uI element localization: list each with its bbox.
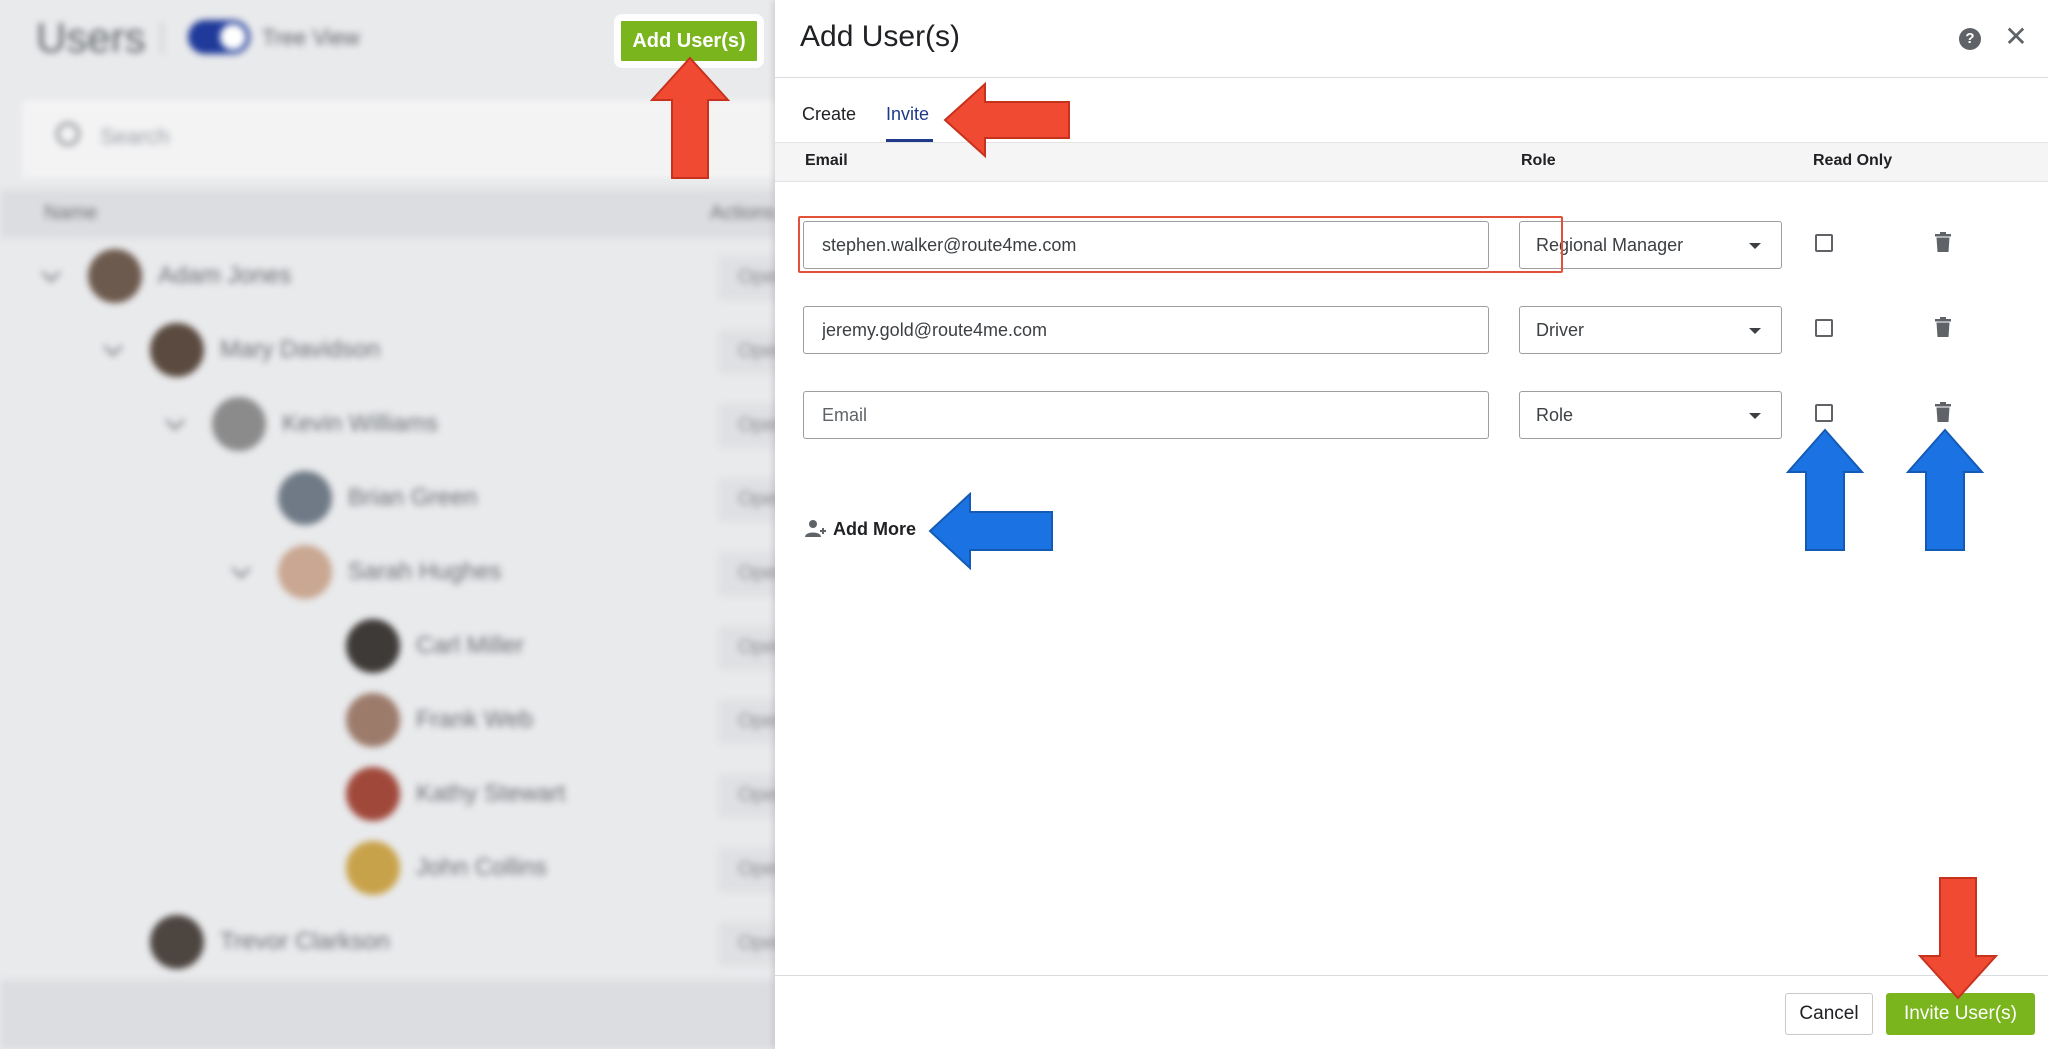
user-name: John Collins bbox=[416, 854, 547, 881]
role-select-value: Driver bbox=[1536, 319, 1584, 340]
dropdown-caret-icon bbox=[1749, 328, 1761, 334]
open-button[interactable]: Open bbox=[718, 848, 775, 892]
table-footer bbox=[0, 980, 775, 1049]
read-only-checkbox[interactable] bbox=[1815, 404, 1833, 422]
user-name: Adam Jones bbox=[158, 262, 292, 289]
open-button[interactable]: Open bbox=[718, 256, 775, 300]
open-button[interactable]: Open bbox=[718, 700, 775, 744]
user-name: Brian Green bbox=[348, 484, 478, 511]
add-users-button[interactable]: Add User(s) bbox=[618, 18, 760, 64]
role-select-value: Role bbox=[1536, 404, 1574, 425]
table-row[interactable]: Mary Davidson bbox=[103, 320, 381, 380]
invite-users-button[interactable]: Invite User(s) bbox=[1886, 993, 2035, 1035]
tab-invite[interactable]: Invite bbox=[886, 104, 929, 125]
table-row[interactable]: Trevor Clarkson bbox=[150, 912, 390, 972]
trash-icon[interactable] bbox=[1935, 402, 1951, 422]
role-select[interactable]: Driver bbox=[1519, 306, 1782, 354]
table-row[interactable]: Kathy Stewart bbox=[346, 764, 565, 824]
user-name: Frank Web bbox=[416, 706, 533, 733]
role-select-value: Regional Manager bbox=[1536, 234, 1684, 255]
header-divider bbox=[775, 77, 2048, 78]
column-header-actions: Actions bbox=[710, 202, 775, 224]
avatar bbox=[346, 841, 400, 895]
role-select[interactable]: Regional Manager bbox=[1519, 221, 1782, 269]
chevron-down-icon[interactable] bbox=[231, 559, 251, 579]
page-title: Users bbox=[36, 14, 146, 61]
open-button[interactable]: Open bbox=[718, 626, 775, 670]
read-only-checkbox[interactable] bbox=[1815, 319, 1833, 337]
avatar bbox=[150, 323, 204, 377]
open-button[interactable]: Open bbox=[718, 478, 775, 522]
read-only-checkbox[interactable] bbox=[1815, 234, 1833, 252]
users-table-header bbox=[0, 190, 775, 238]
user-name: Sarah Hughes bbox=[348, 558, 502, 585]
table-row[interactable]: Sarah Hughes bbox=[231, 542, 502, 602]
avatar bbox=[150, 915, 204, 969]
user-name: Trevor Clarkson bbox=[220, 928, 390, 955]
avatar bbox=[346, 693, 400, 747]
table-row[interactable]: Kevin Williams bbox=[165, 394, 439, 454]
background-blur-layer: Users Tree View Search Name Actions Adam… bbox=[0, 0, 775, 1049]
title-separator bbox=[161, 22, 163, 54]
search-icon bbox=[56, 122, 80, 146]
add-more-button[interactable]: Add More bbox=[805, 514, 916, 544]
column-header-read-only: Read Only bbox=[1813, 152, 1893, 169]
add-users-panel: Add User(s) ? ✕ Create Invite Email Role… bbox=[775, 0, 2048, 1049]
table-row[interactable]: John Collins bbox=[346, 838, 547, 898]
add-more-label: Add More bbox=[833, 518, 916, 539]
tree-view-toggle[interactable] bbox=[188, 20, 250, 54]
tab-create[interactable]: Create bbox=[802, 104, 856, 125]
dropdown-caret-icon bbox=[1749, 243, 1761, 249]
panel-title: Add User(s) bbox=[800, 20, 961, 53]
avatar bbox=[278, 471, 332, 525]
open-button[interactable]: Open bbox=[718, 404, 775, 448]
search-placeholder: Search bbox=[100, 124, 170, 149]
user-name: Kathy Stewart bbox=[416, 780, 566, 807]
chevron-down-icon[interactable] bbox=[103, 337, 123, 357]
email-field[interactable] bbox=[803, 306, 1489, 354]
user-name: Carl Miller bbox=[416, 632, 524, 659]
open-button[interactable]: Open bbox=[718, 330, 775, 374]
tree-view-label: Tree View bbox=[262, 25, 360, 50]
open-button[interactable]: Open bbox=[718, 922, 775, 966]
column-header-name: Name bbox=[44, 202, 98, 224]
avatar bbox=[212, 397, 266, 451]
column-header-email: Email bbox=[805, 152, 848, 169]
role-select[interactable]: Role bbox=[1519, 391, 1782, 439]
trash-icon[interactable] bbox=[1935, 232, 1951, 252]
avatar bbox=[88, 249, 142, 303]
trash-icon[interactable] bbox=[1935, 317, 1951, 337]
cancel-button[interactable]: Cancel bbox=[1785, 993, 1873, 1035]
open-button[interactable]: Open bbox=[718, 774, 775, 818]
footer-divider bbox=[775, 975, 2048, 976]
user-name: Kevin Williams bbox=[282, 410, 439, 437]
chevron-down-icon[interactable] bbox=[41, 263, 61, 283]
email-field[interactable] bbox=[803, 391, 1489, 439]
avatar bbox=[346, 767, 400, 821]
open-button[interactable]: Open bbox=[718, 552, 775, 596]
column-header-role: Role bbox=[1521, 152, 1556, 169]
email-field[interactable] bbox=[803, 221, 1489, 269]
user-name: Mary Davidson bbox=[220, 336, 381, 363]
table-row[interactable]: Brian Green bbox=[278, 468, 477, 528]
close-icon[interactable]: ✕ bbox=[2001, 22, 2031, 52]
table-row[interactable]: Carl Miller bbox=[346, 616, 524, 676]
table-row[interactable]: Adam Jones bbox=[41, 246, 292, 306]
help-icon[interactable]: ? bbox=[1959, 28, 1981, 50]
background-page: Users Tree View Search Name Actions Adam… bbox=[0, 0, 775, 1049]
dropdown-caret-icon bbox=[1749, 413, 1761, 419]
avatar bbox=[346, 619, 400, 673]
chevron-down-icon[interactable] bbox=[165, 411, 185, 431]
table-row[interactable]: Frank Web bbox=[346, 690, 533, 750]
avatar bbox=[278, 545, 332, 599]
add-user-icon bbox=[805, 520, 826, 537]
